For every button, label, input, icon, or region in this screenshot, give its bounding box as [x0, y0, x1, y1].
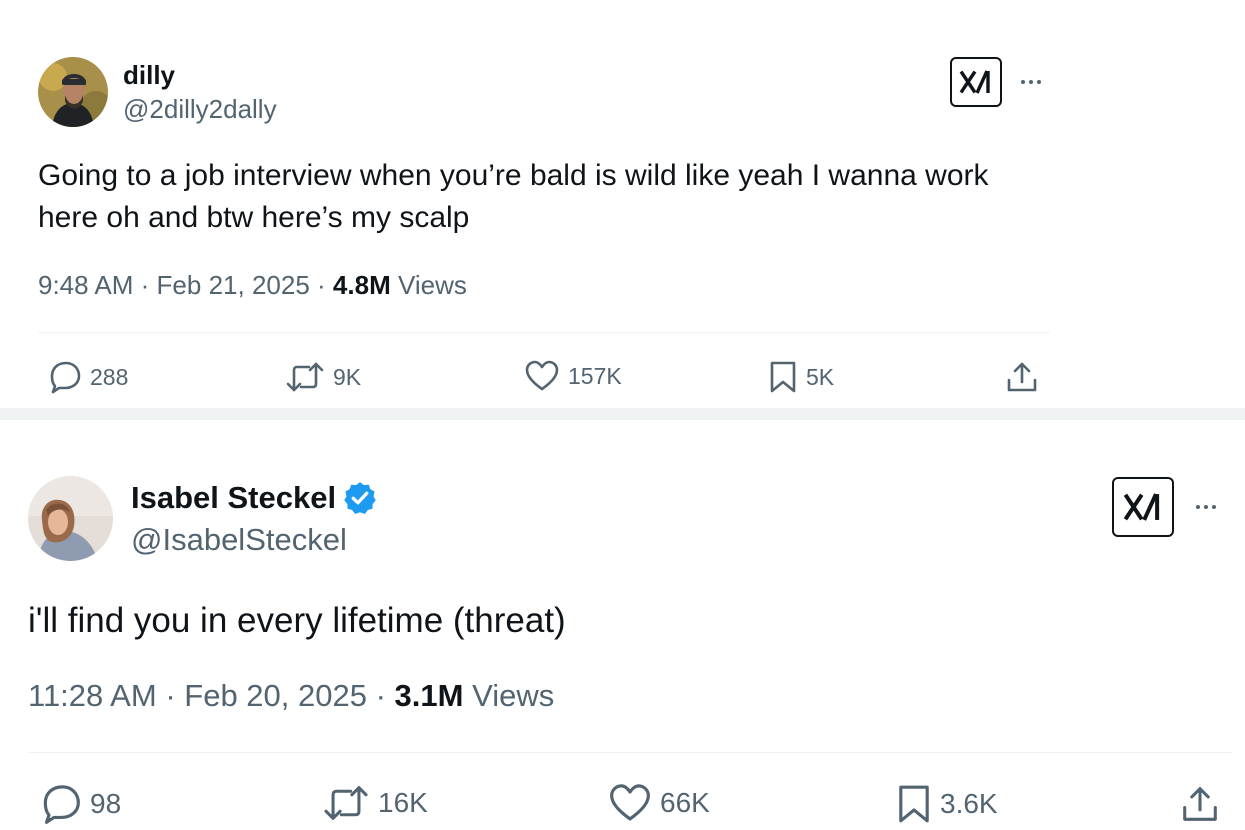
author-display-name[interactable]: Isabel Steckel — [131, 480, 336, 516]
like-count: 66K — [660, 787, 710, 818]
avatar[interactable] — [38, 57, 108, 127]
repost-arrows-icon — [286, 362, 324, 392]
tweet-date[interactable]: Feb 20, 2025 — [184, 678, 367, 713]
tweet-separator — [0, 408, 1245, 420]
reply-button[interactable]: 288 — [46, 360, 128, 394]
reply-button[interactable]: 98 — [38, 783, 121, 825]
repost-button[interactable]: 16K — [322, 783, 428, 823]
tweet-meta: 11:28 AM · Feb 20, 2025 · 3.1M Views — [28, 678, 554, 714]
tweet-date[interactable]: Feb 21, 2025 — [157, 270, 310, 300]
share-upload-icon — [1183, 787, 1217, 821]
avatar[interactable] — [28, 476, 113, 561]
speech-bubble-icon — [43, 785, 80, 824]
tweet-time[interactable]: 9:48 AM — [38, 270, 133, 300]
xai-logo-icon[interactable] — [950, 57, 1002, 107]
tweet-meta: 9:48 AM · Feb 21, 2025 · 4.8M Views — [38, 270, 467, 301]
bookmark-count: 3.6K — [940, 788, 998, 819]
like-count: 157K — [568, 362, 622, 389]
views-label: Views — [397, 270, 467, 300]
views-count[interactable]: 4.8M — [333, 270, 391, 300]
more-dots-icon[interactable] — [1196, 505, 1216, 509]
author-name-row[interactable]: Isabel Steckel — [131, 480, 378, 516]
reply-count: 98 — [90, 788, 122, 819]
speech-bubble-icon — [50, 361, 81, 394]
bookmark-button[interactable]: 5K — [768, 360, 834, 394]
meta-separator: · — [165, 678, 176, 713]
repost-arrows-icon — [324, 786, 368, 820]
bookmark-count: 5K — [806, 363, 835, 390]
xai-logo-icon[interactable] — [1112, 477, 1174, 537]
divider — [38, 332, 1050, 333]
meta-separator: · — [375, 678, 386, 713]
meta-separator: · — [317, 270, 326, 300]
author-name-row[interactable]: dilly — [123, 60, 175, 91]
views-label: Views — [472, 678, 555, 713]
share-upload-icon — [1007, 362, 1037, 392]
author-handle[interactable]: @2dilly2dally — [123, 94, 277, 125]
tweet-card[interactable]: Isabel Steckel @IsabelSteckel i'll find … — [0, 420, 1245, 830]
divider — [28, 752, 1233, 753]
bookmark-icon — [770, 361, 796, 393]
meta-separator: · — [140, 270, 150, 300]
tweet-time[interactable]: 11:28 AM — [28, 678, 157, 713]
more-dots-icon[interactable] — [1021, 80, 1041, 84]
tweet-text: i'll find you in every lifetime (threat) — [28, 601, 566, 640]
tweet-text: Going to a job interview when you’re bal… — [38, 159, 989, 234]
like-button[interactable]: 66K — [608, 783, 710, 823]
tweet-card[interactable]: dilly @2dilly2dally Going to a job inter… — [0, 0, 1245, 408]
author-display-name[interactable]: dilly — [123, 60, 175, 91]
heart-icon — [610, 784, 650, 821]
author-handle[interactable]: @IsabelSteckel — [131, 522, 347, 558]
share-button[interactable] — [1005, 360, 1039, 394]
verified-badge-icon — [344, 482, 376, 514]
share-button[interactable] — [1180, 783, 1220, 825]
views-count[interactable]: 3.1M — [395, 678, 464, 713]
repost-count: 16K — [378, 787, 428, 818]
repost-count: 9K — [333, 363, 362, 390]
bookmark-icon — [899, 785, 929, 823]
like-button[interactable]: 157K — [524, 360, 622, 392]
heart-icon — [525, 360, 559, 391]
bookmark-button[interactable]: 3.6K — [896, 783, 998, 825]
reply-count: 288 — [90, 363, 129, 390]
repost-button[interactable]: 9K — [285, 360, 361, 394]
